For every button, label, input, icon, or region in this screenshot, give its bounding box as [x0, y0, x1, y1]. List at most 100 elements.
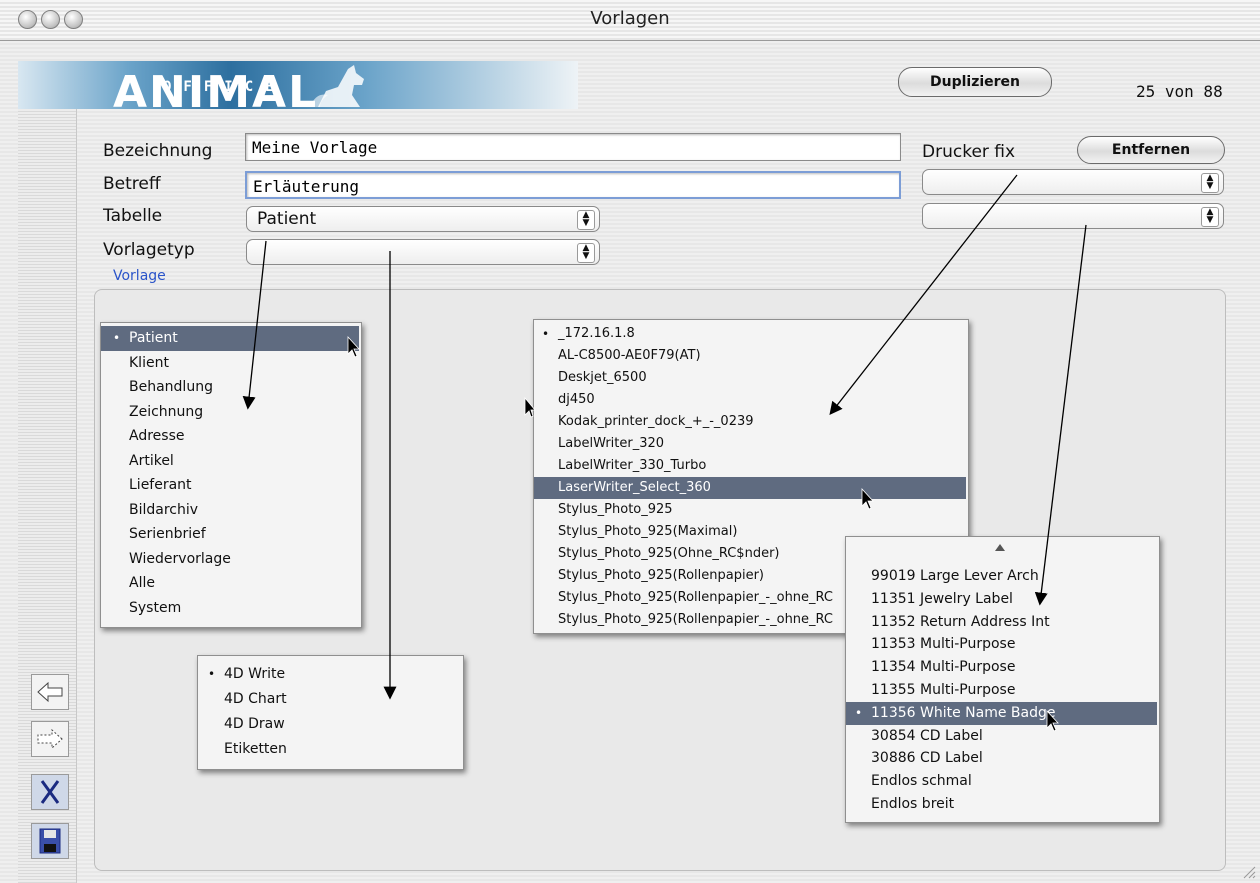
vorlagetyp-menu-item-label: 4D Write [224, 666, 286, 682]
betreff-label: Betreff [103, 174, 161, 194]
entfernen-button[interactable]: Entfernen [1077, 136, 1225, 164]
format-menu-item[interactable]: Endlos breit [846, 793, 1157, 816]
popup-stepper-icon: ▲ ▼ [577, 210, 595, 230]
popup-stepper-icon: ▲ ▼ [577, 243, 595, 263]
vorlagetyp-menu-item[interactable]: 4D Chart [198, 687, 461, 712]
format-menu-item-label: 99019 Large Lever Arch [871, 568, 1039, 584]
vorlagetyp-menu-item[interactable]: Etiketten [198, 737, 461, 762]
format-menu-item[interactable]: 11355 Multi-Purpose [846, 679, 1157, 702]
vorlagetyp-popup[interactable]: ▲ ▼ [246, 239, 600, 265]
tabelle-menu-item[interactable]: Patient • [101, 326, 359, 351]
drucker-menu-item-label: Stylus_Photo_925(Maximal) [558, 524, 738, 539]
drucker-menu-item[interactable]: dj450 [534, 389, 966, 411]
vorlagetyp-menu-item-label: 4D Chart [224, 691, 287, 707]
format-menu: 99019 Large Lever Arch 11351 Jewelry Labe… [845, 536, 1160, 823]
tabelle-menu-item-label: System [129, 599, 182, 616]
tabelle-menu-item-label: Serienbrief [129, 526, 206, 542]
drucker-menu-item-label: _172.16.1.8 [558, 326, 635, 341]
tabelle-menu-item[interactable]: Alle [101, 571, 359, 596]
tabelle-menu-item-label: Wiedervorlage [129, 550, 231, 567]
checkmark-bullet-icon: • [113, 331, 121, 345]
dog-logo-icon [310, 65, 364, 107]
vorlagetyp-menu-item-label: 4D Draw [224, 716, 285, 732]
drucker-menu-item[interactable]: Deskjet_6500 [534, 367, 966, 389]
drucker-menu-item[interactable]: LabelWriter_320 [534, 433, 966, 455]
tabelle-menu-item[interactable]: Adresse [101, 424, 359, 449]
back-arrow-icon[interactable] [31, 674, 69, 710]
vorlagetyp-menu-item-label: Etiketten [224, 741, 287, 757]
format-menu-item[interactable]: 11353 Multi-Purpose [846, 633, 1157, 656]
duplicate-button[interactable]: Duplizieren [898, 67, 1052, 97]
format-menu-item-label: 30886 CD Label [871, 750, 983, 767]
tabelle-menu-item-label: Adresse [129, 428, 185, 444]
tabelle-menu-item-label: Patient [129, 330, 178, 346]
tabelle-menu-item-label: Artikel [129, 452, 174, 469]
drucker-menu-item[interactable]: LaserWriter_Select_360 [534, 477, 966, 499]
forward-arrow-icon[interactable] [31, 721, 69, 757]
format-menu-item-label: 11356 White Name Badge [871, 704, 1056, 721]
drucker-menu-item-label: dj450 [558, 392, 595, 407]
tabelle-menu-item[interactable]: Klient [101, 351, 359, 376]
format-menu-item[interactable]: 11356 White Name Badge • [846, 701, 1157, 725]
drucker-popup[interactable]: ▲ ▼ [922, 169, 1224, 195]
drucker-menu-item[interactable]: AL-C8500-AE0F79(AT) [534, 345, 966, 367]
format-menu-item[interactable]: 30854 CD Label [846, 725, 1157, 748]
drucker-menu-item[interactable]: Stylus_Photo_925 [534, 499, 966, 521]
format-popup[interactable]: ▲ ▼ [922, 203, 1224, 229]
banner-animal-text: ANIMAL [113, 67, 319, 118]
tabelle-menu-item[interactable]: Zeichnung [101, 400, 359, 425]
format-menu-item-label: 30854 CD Label [871, 727, 983, 744]
tabelle-menu-item[interactable]: Artikel [101, 449, 359, 474]
drucker-menu-item-label: Stylus_Photo_925 [558, 502, 673, 517]
tabelle-menu-item[interactable]: Behandlung [101, 375, 359, 400]
office-animal-banner: OFFICE ANIMAL [18, 61, 578, 118]
left-strip [18, 63, 77, 883]
drucker-menu-item[interactable]: Kodak_printer_dock_+_-_0239 [534, 411, 966, 433]
tabelle-menu: Patient • Klient Behandlung Zeichnung Adresse… [100, 322, 362, 628]
tabelle-menu-item[interactable]: Wiedervorlage [101, 547, 359, 572]
drucker-menu-item[interactable]: LabelWriter_330_Turbo [534, 455, 966, 477]
format-menu-item-label: Endlos schmal [871, 773, 972, 790]
format-menu-item[interactable]: Endlos schmal [846, 770, 1157, 793]
tabelle-menu-item-label: Lieferant [129, 477, 192, 493]
vorlagetyp-menu-item[interactable]: 4D Draw [198, 712, 461, 737]
checkmark-bullet-icon: • [855, 705, 863, 720]
format-menu-item-label: 11355 Multi-Purpose [871, 682, 1016, 698]
tabelle-menu-item[interactable]: Lieferant [101, 473, 359, 498]
vorlagetyp-menu-item[interactable]: 4D Write • [198, 662, 461, 687]
popup-stepper-icon: ▲ ▼ [1201, 173, 1219, 193]
format-menu-item[interactable]: 11352 Return Address Int [846, 611, 1157, 634]
drucker-menu-item-label: Stylus_Photo_925(Rollenpapier_-_ohne_RC [558, 612, 834, 627]
scroll-up-icon[interactable] [994, 543, 1006, 552]
bezeichnung-label: Bezeichnung [103, 141, 213, 161]
drucker-menu-item-label: Stylus_Photo_925(Rollenpapier) [558, 568, 764, 583]
drucker-fix-label: Drucker fix [922, 142, 1016, 162]
resize-grip-icon[interactable] [1240, 863, 1256, 879]
vorlagetyp-label: Vorlagetyp [103, 240, 195, 260]
tabelle-menu-item[interactable]: Serienbrief [101, 522, 359, 547]
format-menu-item[interactable]: 30886 CD Label [846, 747, 1157, 770]
save-disk-icon[interactable] [31, 823, 69, 859]
tabelle-menu-item[interactable]: Bildarchiv [101, 498, 359, 523]
checkmark-bullet-icon: • [542, 327, 550, 341]
format-menu-item[interactable]: 11354 Multi-Purpose [846, 656, 1157, 679]
drucker-menu-item-label: LabelWriter_320 [558, 436, 665, 451]
window: Vorlagen OFFICE ANIMAL Duplizieren 25 vo… [0, 0, 1260, 883]
tabelle-menu-item-label: Zeichnung [129, 403, 204, 420]
bezeichnung-field[interactable]: Meine Vorlage [245, 133, 901, 161]
title-bar: Vorlagen [0, 0, 1260, 41]
format-menu-item[interactable]: 99019 Large Lever Arch [846, 565, 1157, 588]
drucker-menu-item-label: Kodak_printer_dock_+_-_0239 [558, 414, 754, 429]
format-menu-item-label: 11353 Multi-Purpose [871, 636, 1016, 653]
tabelle-popup[interactable]: Patient ▲ ▼ [246, 206, 600, 232]
tabelle-menu-item[interactable]: System [101, 596, 359, 621]
tabelle-label: Tabelle [103, 206, 163, 226]
cancel-x-icon[interactable] [31, 774, 69, 810]
checkmark-bullet-icon: • [208, 667, 216, 681]
format-menu-item[interactable]: 11351 Jewelry Label [846, 588, 1157, 611]
tabelle-popup-value: Patient [257, 209, 317, 229]
drucker-menu-item-label: AL-C8500-AE0F79(AT) [558, 348, 701, 363]
drucker-menu-item[interactable]: _172.16.1.8 • [534, 323, 966, 345]
betreff-field[interactable]: Erläuterung [245, 171, 901, 199]
record-counter: 25 von 88 [1136, 82, 1223, 101]
